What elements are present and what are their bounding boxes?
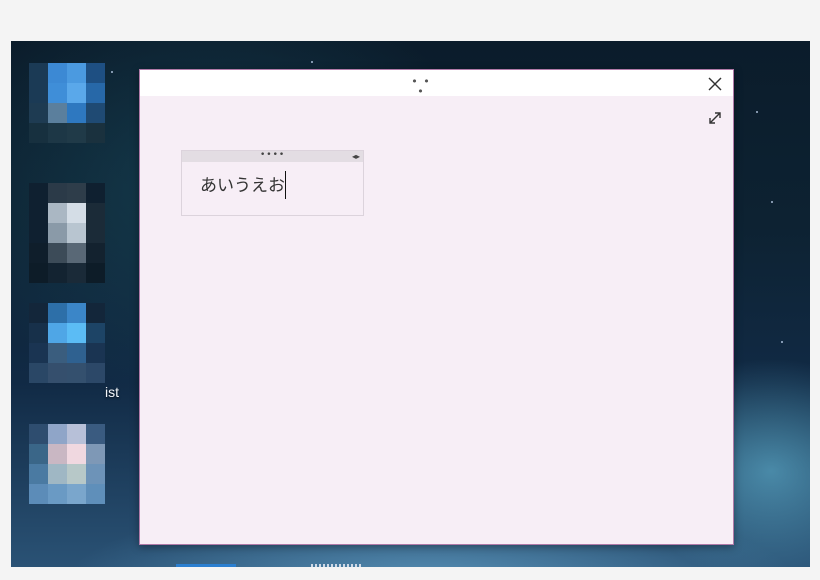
close-button[interactable] xyxy=(705,74,725,94)
close-icon xyxy=(708,77,722,91)
note-drag-handle[interactable]: •••• xyxy=(260,151,285,160)
blue-app-icon[interactable] xyxy=(29,63,105,143)
star xyxy=(756,111,758,113)
taskbar-hint xyxy=(311,564,363,567)
taskbar-hint xyxy=(176,564,236,567)
note-text-input[interactable]: あいうえお xyxy=(200,171,286,199)
star xyxy=(111,71,113,73)
note-header[interactable]: •••• ◂▸ xyxy=(182,151,363,162)
light-blue-app-icon[interactable] xyxy=(29,303,105,383)
window-drag-handle[interactable]: • • • xyxy=(406,76,436,97)
note-card[interactable]: •••• ◂▸ あいうえお xyxy=(181,150,364,216)
desktop-icon-label: ist xyxy=(105,384,119,400)
expand-icon xyxy=(709,112,721,124)
star xyxy=(771,201,773,203)
expand-button[interactable] xyxy=(707,110,723,126)
note-text: あいうえお xyxy=(200,176,285,196)
pink-app-icon[interactable] xyxy=(29,424,105,504)
text-caret xyxy=(285,171,286,199)
note-resize-icon[interactable]: ◂▸ xyxy=(352,151,360,162)
sticky-notes-window: • • • •••• ◂▸ あいうえお xyxy=(139,69,734,545)
star xyxy=(311,61,313,63)
star xyxy=(781,341,783,343)
title-bar[interactable]: • • • xyxy=(140,70,733,97)
gray-app-icon[interactable] xyxy=(29,183,105,283)
